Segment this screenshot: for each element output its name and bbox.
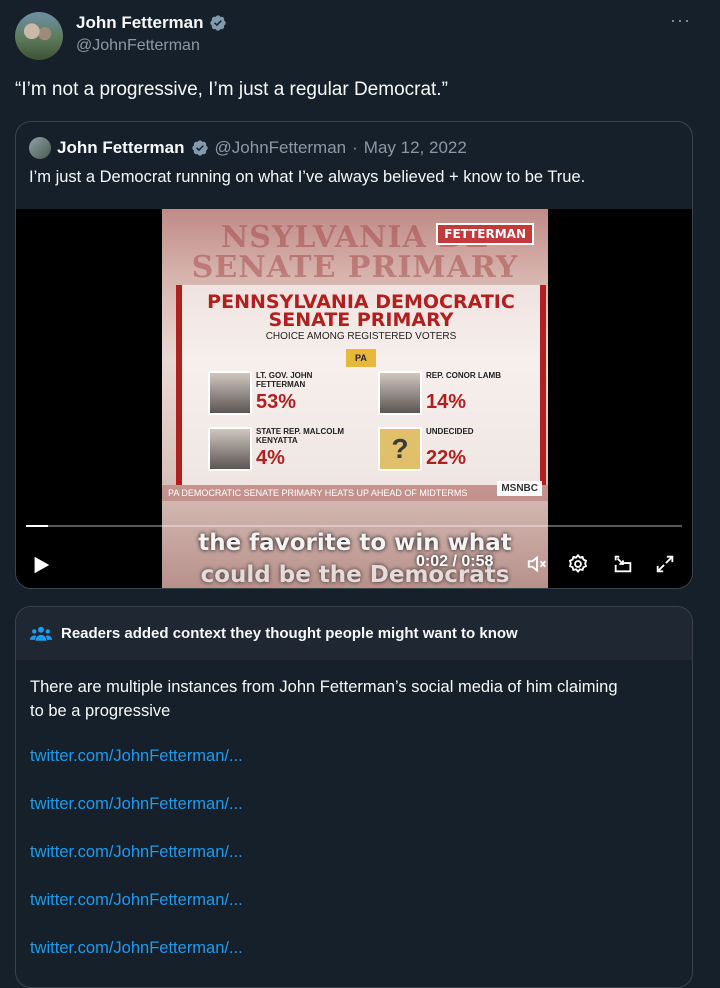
fetterman-logo: FETTERMAN xyxy=(436,223,534,245)
community-note: Readers added context they thought peopl… xyxy=(15,606,693,988)
community-note-body: There are multiple instances from John F… xyxy=(30,678,618,720)
candidate-photo xyxy=(208,427,252,471)
quoted-tweet-date[interactable]: May 12, 2022 xyxy=(364,138,467,158)
docked-player-icon[interactable] xyxy=(612,553,634,575)
quoted-author-avatar xyxy=(29,137,51,159)
poll-graphic: PENNSYLVANIA DEMOCRATIC SENATE PRIMARY C… xyxy=(176,285,546,485)
poll-subtitle: CHOICE AMONG REGISTERED VOTERS xyxy=(265,331,457,342)
video-progress-fill xyxy=(26,525,49,527)
quoted-tweet-header: John Fetterman @JohnFetterman · May 12, … xyxy=(29,137,467,159)
video-timecode: 0:02 / 0:58 xyxy=(416,553,494,570)
verified-badge-icon xyxy=(191,140,208,156)
undecided-mark: ? xyxy=(378,427,422,471)
more-options-icon[interactable]: ··· xyxy=(670,10,691,31)
quoted-author-handle: @JohnFetterman xyxy=(214,138,347,157)
video-frame: NSYLVANIA DE SENATE PRIMARY FETTERMAN PE… xyxy=(162,209,548,588)
author-avatar[interactable] xyxy=(15,12,63,60)
community-note-title: Readers added context they thought peopl… xyxy=(61,625,518,642)
author-handle[interactable]: @JohnFetterman xyxy=(76,37,200,55)
candidate-photo xyxy=(208,371,252,415)
video-player[interactable]: NSYLVANIA DE SENATE PRIMARY FETTERMAN PE… xyxy=(16,209,692,588)
candidate-kenyatta: STATE REP. MALCOLM KENYATTA 4% xyxy=(208,427,358,473)
play-icon[interactable] xyxy=(30,554,52,576)
network-logo: MSNBC xyxy=(497,481,542,496)
video-progress-bar[interactable] xyxy=(26,525,682,527)
quoted-tweet-text: I’m just a Democrat running on what I’ve… xyxy=(29,168,586,186)
candidate-pct: 4% xyxy=(256,447,285,469)
note-source-link[interactable]: twitter.com/JohnFetterman/... xyxy=(30,747,243,766)
candidate-fetterman: LT. GOV. JOHN FETTERMAN 53% xyxy=(208,371,358,417)
candidate-pct: 53% xyxy=(256,391,297,413)
candidate-role: STATE REP. MALCOLM KENYATTA xyxy=(256,427,344,445)
meta-separator: · xyxy=(352,138,358,157)
settings-gear-icon[interactable] xyxy=(567,553,589,575)
author-name[interactable]: John Fetterman xyxy=(76,13,227,33)
quoted-author-name: John Fetterman xyxy=(57,138,185,157)
community-note-header[interactable]: Readers added context they thought peopl… xyxy=(16,607,692,660)
region-chip: PA xyxy=(346,349,376,367)
quoted-tweet[interactable]: John Fetterman @JohnFetterman · May 12, … xyxy=(15,121,693,589)
candidate-pct: 14% xyxy=(426,391,467,413)
tweet-text: “I’m not a progressive, I’m just a regul… xyxy=(15,79,448,100)
candidate-role: REP. CONOR LAMB xyxy=(426,371,501,380)
candidate-photo xyxy=(378,371,422,415)
news-ticker: PA DEMOCRATIC SENATE PRIMARY HEATS UP AH… xyxy=(162,485,548,501)
verified-badge-icon xyxy=(209,15,226,31)
candidate-lamb: REP. CONOR LAMB 14% xyxy=(378,371,528,417)
fullscreen-icon[interactable] xyxy=(654,553,676,575)
poll-title: PENNSYLVANIA DEMOCRATIC SENATE PRIMARY xyxy=(182,293,540,331)
note-source-link[interactable]: twitter.com/JohnFetterman/... xyxy=(30,843,243,862)
candidate-role: UNDECIDED xyxy=(426,427,474,436)
note-source-link[interactable]: twitter.com/JohnFetterman/... xyxy=(30,939,243,958)
candidate-undecided: ? UNDECIDED 22% xyxy=(378,427,528,473)
candidate-pct: 22% xyxy=(426,447,467,469)
candidate-role: LT. GOV. JOHN FETTERMAN xyxy=(256,371,313,389)
note-source-link[interactable]: twitter.com/JohnFetterman/... xyxy=(30,891,243,910)
people-icon xyxy=(30,626,52,641)
poll-title-line2: SENATE PRIMARY xyxy=(268,309,454,331)
note-source-link[interactable]: twitter.com/JohnFetterman/... xyxy=(30,795,243,814)
author-name-label: John Fetterman xyxy=(76,13,204,32)
mute-icon[interactable] xyxy=(526,553,548,575)
